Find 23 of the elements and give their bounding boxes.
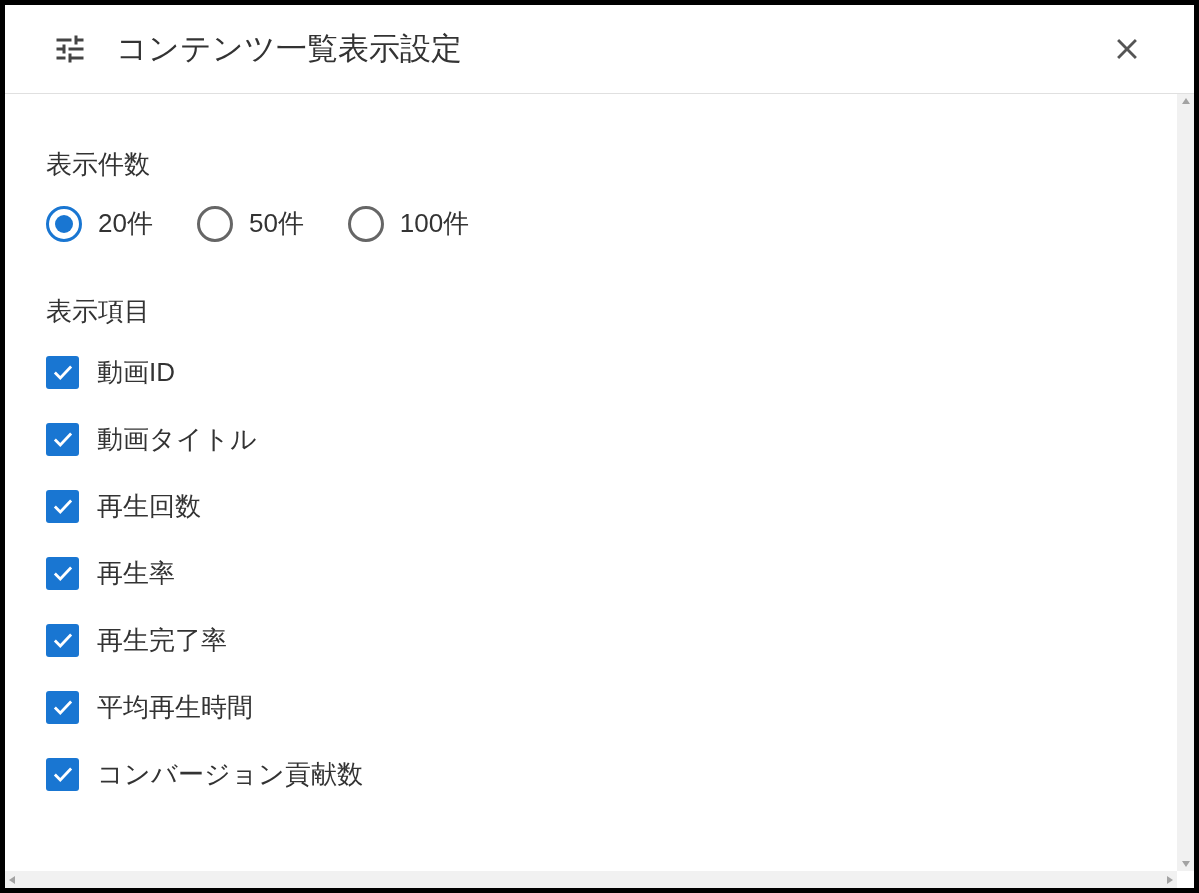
- checkbox[interactable]: [46, 556, 79, 590]
- radio-label: 100件: [399, 207, 470, 240]
- checkbox-label: 動画タイトル: [97, 422, 257, 456]
- radio-label: 50件: [248, 207, 304, 240]
- checkbox[interactable]: [46, 489, 79, 523]
- checkbox-label: 動画ID: [97, 355, 175, 389]
- checkbox[interactable]: [46, 757, 79, 791]
- radio-button[interactable]: [347, 205, 384, 242]
- radio-button[interactable]: [46, 205, 82, 242]
- radio-button[interactable]: [196, 205, 233, 242]
- radio-label: 20件: [98, 207, 153, 240]
- section-heading: 表示項目: [46, 295, 151, 328]
- checkbox[interactable]: [46, 690, 79, 724]
- checkbox[interactable]: [46, 355, 79, 389]
- checkbox-label: コンバージョン貢献数: [97, 757, 363, 791]
- section-heading: 表示件数: [46, 148, 151, 181]
- checkbox-label: 再生完了率: [97, 623, 227, 657]
- checkbox-label: 再生率: [97, 556, 175, 590]
- checkbox[interactable]: [46, 623, 79, 657]
- checkbox[interactable]: [46, 422, 79, 456]
- dialog-title: コンテンツ一覧表示設定: [116, 29, 463, 68]
- checkbox-label: 平均再生時間: [97, 690, 253, 724]
- checkbox-label: 再生回数: [97, 489, 201, 523]
